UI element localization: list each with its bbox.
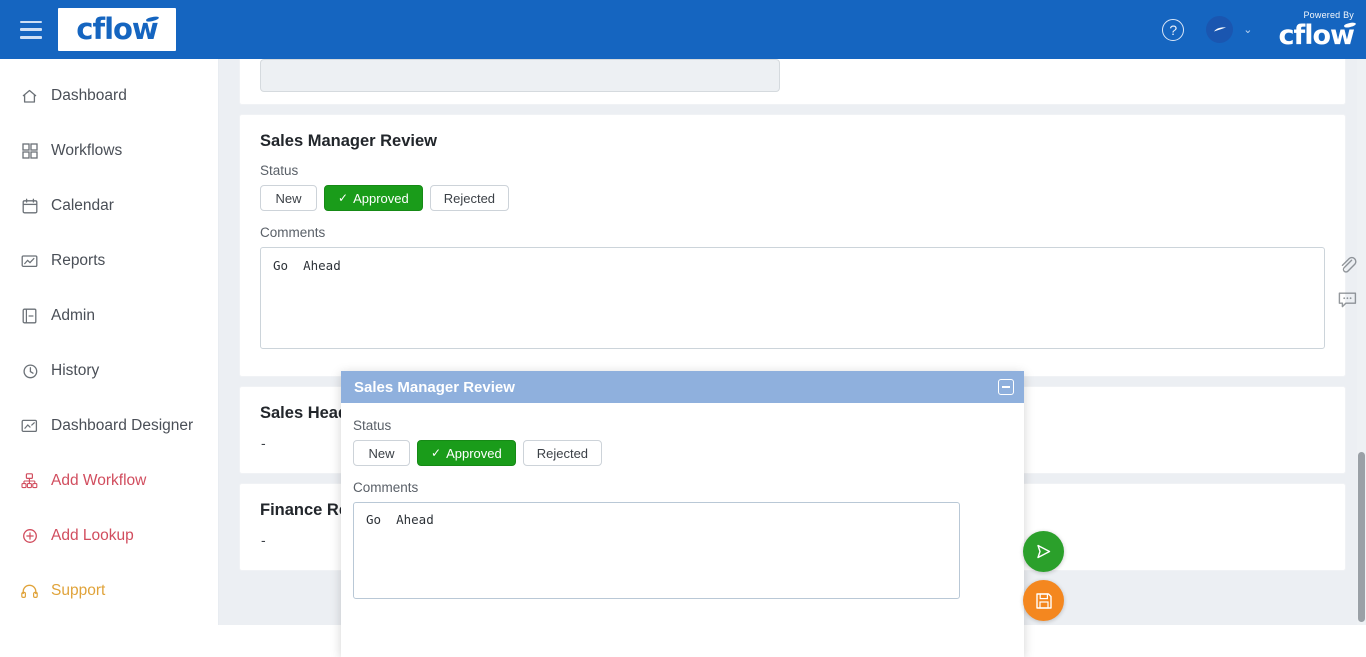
sidebar-item-history[interactable]: History [0,350,218,392]
modal-status-approved-label: Approved [446,445,502,461]
comments-textarea[interactable] [260,247,1325,349]
report-icon [20,252,39,271]
modal-title: Sales Manager Review [354,378,515,396]
sales-manager-review-card: Sales Manager Review Status New ✓ Approv… [240,115,1345,376]
save-button[interactable] [1023,580,1064,621]
modal-body: Status New ✓ Approved Rejected Comments [341,403,1064,657]
sidebar-item-label: Calendar [51,197,114,214]
modal-status-rejected-button[interactable]: Rejected [522,440,603,466]
user-avatar-icon[interactable] [1206,16,1234,43]
clock-history-icon [20,362,39,381]
check-icon: ✓ [338,191,349,205]
modal-action-buttons [1023,531,1064,621]
sidebar-item-workflows[interactable]: Workflows [0,130,218,172]
add-workflow-icon [20,472,39,491]
sidebar-item-label: Dashboard Designer [51,417,194,434]
paperclip-icon[interactable] [1338,255,1357,279]
modal-status-button-group: New ✓ Approved Rejected [353,440,1006,466]
top-field-row [240,59,1345,104]
powered-by-logo-text: cflow [1278,19,1355,51]
headset-icon [20,582,39,601]
app-logo-text: cflow [76,12,158,46]
sidebar-item-label: Dashboard [51,87,127,104]
sidebar: Dashboard Workflows Calendar Reports Adm… [0,59,219,625]
top-navigation-bar: cflow ? ⌄ Powered By cflow [0,0,1366,59]
calendar-icon [20,197,39,216]
sidebar-item-add-workflow[interactable]: Add Workflow [0,460,218,502]
grid-icon [20,142,39,161]
status-label: Status [260,163,299,178]
powered-by-label: Powered By [1303,9,1354,20]
send-button[interactable] [1023,531,1064,572]
sidebar-item-label: Reports [51,252,106,269]
sidebar-item-label: Add Workflow [51,472,147,489]
floppy-disk-save-icon [1035,592,1052,609]
sales-manager-review-section: Sales Manager Review Status New ✓ Approv… [240,115,1345,376]
top-text-input[interactable] [260,59,780,92]
sales-manager-review-modal: Sales Manager Review Status New ✓ Approv… [341,371,1064,657]
sidebar-item-dashboard[interactable]: Dashboard [0,75,218,117]
status-rejected-button[interactable]: Rejected [429,185,510,211]
status-approved-button[interactable]: ✓ Approved [324,185,423,211]
modal-comments-textarea[interactable] [353,502,960,599]
sidebar-item-label: Workflows [51,142,123,159]
send-paper-plane-icon [1037,544,1051,559]
check-icon: ✓ [431,446,442,460]
modal-status-new-button[interactable]: New [353,440,410,466]
sidebar-item-add-lookup[interactable]: Add Lookup [0,515,218,557]
page-title: Sales Manager Review [260,132,438,150]
status-approved-label: Approved [353,190,409,206]
status-new-button[interactable]: New [260,185,317,211]
modal-header[interactable]: Sales Manager Review [341,371,1024,403]
modal-status-label: Status [353,418,392,433]
designer-icon [20,417,39,436]
comment-bubble-icon[interactable] [1338,291,1357,314]
app-logo[interactable]: cflow [58,8,176,51]
sidebar-item-dashboard-designer[interactable]: Dashboard Designer [0,405,218,447]
modal-status-approved-button[interactable]: ✓ Approved [417,440,516,466]
sidebar-item-calendar[interactable]: Calendar [0,185,218,227]
help-icon[interactable]: ? [1162,18,1185,41]
sidebar-item-support[interactable]: Support [0,570,218,612]
sidebar-item-reports[interactable]: Reports [0,240,218,282]
sidebar-item-label: History [51,362,100,379]
sidebar-item-label: Admin [51,307,95,324]
top-field-card [240,59,1345,104]
sidebar-item-label: Add Lookup [51,527,134,544]
chevron-down-icon[interactable]: ⌄ [1243,23,1252,36]
right-action-rail [1336,255,1358,314]
book-icon [20,307,39,326]
sidebar-item-admin[interactable]: Admin [0,295,218,337]
page-scrollbar-thumb[interactable] [1358,452,1365,622]
hamburger-menu-icon[interactable] [20,20,42,39]
home-icon [20,87,39,106]
sidebar-item-label: Support [51,582,106,599]
add-lookup-icon [20,527,39,546]
powered-by-brand: Powered By cflow [1278,9,1355,51]
status-button-group: New ✓ Approved Rejected [260,185,1325,211]
modal-comments-label: Comments [353,480,419,495]
minimize-icon[interactable] [998,379,1014,395]
comments-label: Comments [260,225,326,240]
topbar-right-group: ? ⌄ Powered By cflow [1162,0,1366,59]
